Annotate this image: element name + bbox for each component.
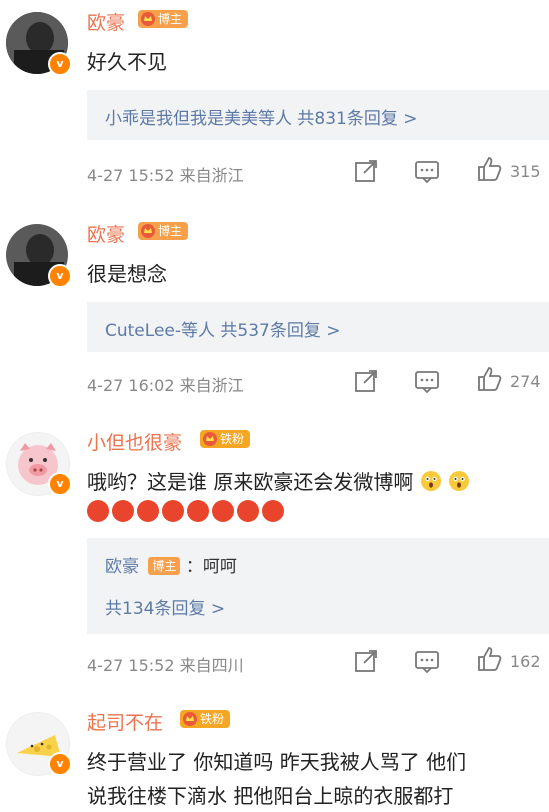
comment-author[interactable]: 小但也很豪 bbox=[87, 428, 182, 455]
crown-icon bbox=[183, 712, 197, 726]
verified-icon: v bbox=[48, 52, 72, 76]
like-icon[interactable] bbox=[476, 646, 502, 672]
angry-emoji-icon bbox=[137, 500, 159, 522]
comment-author[interactable]: 欧豪 bbox=[87, 8, 125, 35]
fan-badge: 铁粉 bbox=[180, 710, 231, 728]
reply-box[interactable]: 欧豪 博主 ：呵呵 共134条回复 > bbox=[87, 538, 549, 634]
comment-text-line-2: 说我往楼下滴水 把他阳台上晾的衣服都打 bbox=[87, 784, 454, 808]
comment-text: 哦哟？这是谁 原来欧豪还会发微博啊 bbox=[87, 466, 470, 495]
blogger-badge: 博主 bbox=[138, 222, 189, 240]
reply-summary-link[interactable]: 小乖是我但我是美美等人 共831条回复 > bbox=[105, 104, 418, 129]
comment-text-line-1: 终于营业了 你知道吗 昨天我被人骂了 他们 bbox=[87, 750, 467, 774]
like-count: 162 bbox=[510, 652, 541, 671]
comment-time-location: 4-27 15:52 来自四川 bbox=[87, 656, 244, 675]
comment-author[interactable]: 起司不在 bbox=[87, 708, 163, 735]
fan-badge: 铁粉 bbox=[200, 430, 251, 448]
share-icon[interactable] bbox=[353, 368, 379, 394]
share-icon[interactable] bbox=[353, 648, 379, 674]
like-icon[interactable] bbox=[476, 366, 502, 392]
reply-summary-link[interactable]: CuteLee-等人 共537条回复 > bbox=[105, 316, 341, 341]
angry-emoji-icon bbox=[112, 500, 134, 522]
badge-label: 铁粉 bbox=[220, 432, 245, 446]
angry-emoji-icon bbox=[87, 500, 109, 522]
crown-icon bbox=[203, 432, 217, 446]
badge-label: 博主 bbox=[158, 224, 183, 238]
reply-text: ：呵呵 bbox=[185, 557, 237, 577]
comment-time-location: 4-27 16:02 来自浙江 bbox=[87, 376, 244, 395]
surprised-emoji-icon bbox=[449, 471, 470, 491]
badge-label: 博主 bbox=[158, 12, 183, 26]
verified-icon: v bbox=[48, 752, 72, 776]
comment-text: 好久不见 bbox=[87, 50, 167, 74]
reply-summary-box[interactable]: 小乖是我但我是美美等人 共831条回复 > bbox=[87, 90, 549, 140]
comment-icon[interactable] bbox=[414, 648, 440, 674]
angry-emoji-icon bbox=[237, 500, 259, 522]
angry-emoji-icon bbox=[187, 500, 209, 522]
reply-preview[interactable]: 欧豪 博主 ：呵呵 bbox=[105, 552, 237, 577]
crown-icon bbox=[141, 12, 155, 26]
angry-emoji-row bbox=[87, 500, 287, 526]
blogger-badge: 博主 bbox=[138, 10, 189, 28]
angry-emoji-icon bbox=[262, 500, 284, 522]
comment-author[interactable]: 欧豪 bbox=[87, 220, 125, 247]
comment-icon[interactable] bbox=[414, 158, 440, 184]
blogger-badge-small: 博主 bbox=[148, 557, 181, 575]
comment-time-location: 4-27 15:52 来自浙江 bbox=[87, 166, 244, 185]
badge-label: 铁粉 bbox=[200, 712, 225, 726]
reply-summary-link[interactable]: 共134条回复 > bbox=[105, 594, 225, 619]
share-icon[interactable] bbox=[353, 158, 379, 184]
like-icon[interactable] bbox=[476, 156, 502, 182]
verified-icon: v bbox=[48, 472, 72, 496]
verified-icon: v bbox=[48, 264, 72, 288]
comment-text: 很是想念 bbox=[87, 262, 167, 286]
comment-icon[interactable] bbox=[414, 368, 440, 394]
like-count: 274 bbox=[510, 372, 541, 391]
comment-text-body: 哦哟？这是谁 原来欧豪还会发微博啊 bbox=[87, 470, 414, 494]
surprised-emoji-icon bbox=[420, 471, 441, 491]
angry-emoji-icon bbox=[162, 500, 184, 522]
crown-icon bbox=[141, 224, 155, 238]
angry-emoji-icon bbox=[212, 500, 234, 522]
like-count: 315 bbox=[510, 162, 541, 181]
reply-author[interactable]: 欧豪 bbox=[105, 557, 139, 577]
reply-summary-box[interactable]: CuteLee-等人 共537条回复 > bbox=[87, 302, 549, 352]
